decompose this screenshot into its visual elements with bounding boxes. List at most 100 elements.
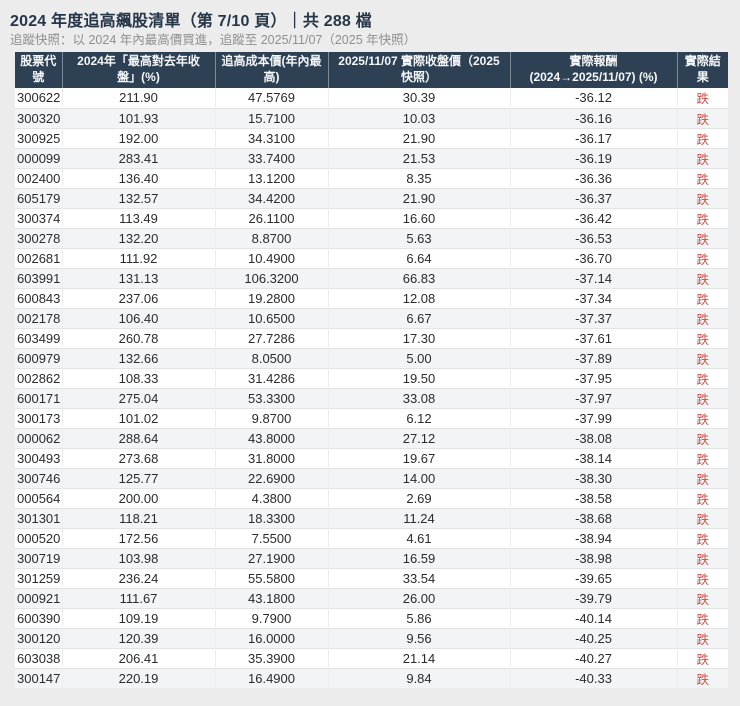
cell-high-vs-prev-close-pct: 132.66 — [61, 347, 215, 368]
cell-actual-return-pct: -36.70 — [509, 247, 677, 268]
cell-stock-code: 600171 — [15, 387, 62, 408]
cell-actual-result: 跌 — [676, 347, 728, 368]
cell-actual-return-pct: -38.98 — [509, 547, 677, 568]
page-title: 2024 年度追高飆股清單（第 7/10 頁）｜共 288 檔 — [10, 13, 372, 30]
cell-stock-code: 300120 — [15, 627, 62, 648]
cell-stock-code: 301259 — [15, 567, 62, 588]
cell-chase-cost-price: 33.7400 — [214, 147, 328, 168]
cell-chase-cost-price: 55.5800 — [214, 567, 328, 588]
cell-actual-result: 跌 — [676, 327, 728, 348]
column-header-actual-close-price: 2025/11/07 實際收盤價（2025 快照） — [327, 52, 510, 88]
cell-chase-cost-price: 106.3200 — [214, 267, 328, 288]
cell-stock-code: 002400 — [15, 167, 62, 188]
cell-actual-result: 跌 — [676, 567, 728, 588]
cell-stock-code: 600390 — [15, 607, 62, 628]
cell-actual-close-price: 16.59 — [327, 547, 510, 568]
cell-actual-return-pct: -37.14 — [509, 267, 677, 288]
column-header-actual-result: 實際結 果 — [676, 52, 728, 88]
cell-high-vs-prev-close-pct: 101.02 — [61, 407, 215, 428]
cell-chase-cost-price: 43.8000 — [214, 427, 328, 448]
cell-high-vs-prev-close-pct: 103.98 — [61, 547, 215, 568]
cell-actual-return-pct: -36.53 — [509, 227, 677, 248]
column-header-stock-code: 股票代 號 — [15, 52, 62, 88]
cell-actual-close-price: 5.86 — [327, 607, 510, 628]
cell-actual-return-pct: -37.99 — [509, 407, 677, 428]
cell-actual-result: 跌 — [676, 467, 728, 488]
cell-stock-code: 300746 — [15, 467, 62, 488]
table-row: 603038 206.41 35.3900 21.14 -40.27 跌 — [15, 647, 728, 668]
column-header-high-vs-prev-close-pct: 2024年「最高對去年收 盤」(%) — [61, 52, 215, 88]
table-row: 603991 131.13 106.3200 66.83 -37.14 跌 — [15, 267, 728, 288]
table-header-row: 股票代 號 2024年「最高對去年收 盤」(%) 追高成本價(年內最 高) 2025/… — [15, 52, 728, 88]
cell-actual-result: 跌 — [676, 287, 728, 308]
cell-chase-cost-price: 8.8700 — [214, 227, 328, 248]
cell-high-vs-prev-close-pct: 236.24 — [61, 567, 215, 588]
cell-high-vs-prev-close-pct: 131.13 — [61, 267, 215, 288]
cell-actual-return-pct: -37.97 — [509, 387, 677, 408]
cell-stock-code: 300374 — [15, 207, 62, 228]
table-row: 300493 273.68 31.8000 19.67 -38.14 跌 — [15, 447, 728, 468]
cell-chase-cost-price: 19.2800 — [214, 287, 328, 308]
cell-high-vs-prev-close-pct: 192.00 — [61, 127, 215, 148]
table-row: 600843 237.06 19.2800 12.08 -37.34 跌 — [15, 287, 728, 308]
table-row: 300147 220.19 16.4900 9.84 -40.33 跌 — [15, 667, 728, 688]
cell-stock-code: 300278 — [15, 227, 62, 248]
cell-actual-result: 跌 — [676, 127, 728, 148]
cell-stock-code: 002681 — [15, 247, 62, 268]
cell-stock-code: 002178 — [15, 307, 62, 328]
cell-actual-result: 跌 — [676, 147, 728, 168]
table-row: 301259 236.24 55.5800 33.54 -39.65 跌 — [15, 567, 728, 588]
cell-actual-return-pct: -40.33 — [509, 667, 677, 688]
cell-actual-close-price: 6.64 — [327, 247, 510, 268]
column-header-actual-return-pct: 實際報酬 (2024→2025/11/07) (%) — [509, 52, 677, 88]
cell-actual-return-pct: -36.37 — [509, 187, 677, 208]
table-row: 301301 118.21 18.3300 11.24 -38.68 跌 — [15, 507, 728, 528]
cell-stock-code: 603991 — [15, 267, 62, 288]
cell-actual-result: 跌 — [676, 307, 728, 328]
cell-actual-close-price: 16.60 — [327, 207, 510, 228]
cell-actual-close-price: 26.00 — [327, 587, 510, 608]
cell-high-vs-prev-close-pct: 275.04 — [61, 387, 215, 408]
cell-actual-result: 跌 — [676, 267, 728, 288]
cell-chase-cost-price: 15.7100 — [214, 107, 328, 128]
cell-high-vs-prev-close-pct: 101.93 — [61, 107, 215, 128]
table-row: 300925 192.00 34.3100 21.90 -36.17 跌 — [15, 127, 728, 148]
cell-high-vs-prev-close-pct: 111.67 — [61, 587, 215, 608]
cell-actual-result: 跌 — [676, 647, 728, 668]
table-row: 002400 136.40 13.1200 8.35 -36.36 跌 — [15, 167, 728, 188]
cell-actual-result: 跌 — [676, 407, 728, 428]
cell-chase-cost-price: 43.1800 — [214, 587, 328, 608]
table-header: 股票代 號 2024年「最高對去年收 盤」(%) 追高成本價(年內最 高) 2025/… — [15, 52, 728, 88]
cell-stock-code: 300719 — [15, 547, 62, 568]
cell-actual-result: 跌 — [676, 507, 728, 528]
cell-actual-close-price: 21.14 — [327, 647, 510, 668]
cell-actual-result: 跌 — [676, 107, 728, 128]
cell-chase-cost-price: 8.0500 — [214, 347, 328, 368]
cell-actual-close-price: 19.50 — [327, 367, 510, 388]
cell-actual-close-price: 11.24 — [327, 507, 510, 528]
cell-high-vs-prev-close-pct: 273.68 — [61, 447, 215, 468]
page-subtitle: 追蹤快照：以 2024 年內最高價買進，追蹤至 2025/11/07（2025 … — [10, 33, 417, 47]
cell-actual-return-pct: -37.37 — [509, 307, 677, 328]
cell-actual-close-price: 21.53 — [327, 147, 510, 168]
cell-high-vs-prev-close-pct: 118.21 — [61, 507, 215, 528]
cell-high-vs-prev-close-pct: 260.78 — [61, 327, 215, 348]
cell-actual-close-price: 27.12 — [327, 427, 510, 448]
cell-actual-close-price: 33.08 — [327, 387, 510, 408]
cell-chase-cost-price: 47.5769 — [214, 88, 328, 108]
table-row: 002178 106.40 10.6500 6.67 -37.37 跌 — [15, 307, 728, 328]
cell-actual-result: 跌 — [676, 387, 728, 408]
cell-stock-code: 300925 — [15, 127, 62, 148]
cell-actual-close-price: 30.39 — [327, 88, 510, 108]
cell-actual-close-price: 4.61 — [327, 527, 510, 548]
cell-high-vs-prev-close-pct: 237.06 — [61, 287, 215, 308]
cell-stock-code: 000062 — [15, 427, 62, 448]
cell-high-vs-prev-close-pct: 120.39 — [61, 627, 215, 648]
cell-actual-return-pct: -36.12 — [509, 88, 677, 108]
cell-actual-return-pct: -38.30 — [509, 467, 677, 488]
cell-actual-return-pct: -38.08 — [509, 427, 677, 448]
cell-chase-cost-price: 13.1200 — [214, 167, 328, 188]
table-row: 600979 132.66 8.0500 5.00 -37.89 跌 — [15, 347, 728, 368]
cell-stock-code: 000099 — [15, 147, 62, 168]
cell-actual-return-pct: -40.27 — [509, 647, 677, 668]
